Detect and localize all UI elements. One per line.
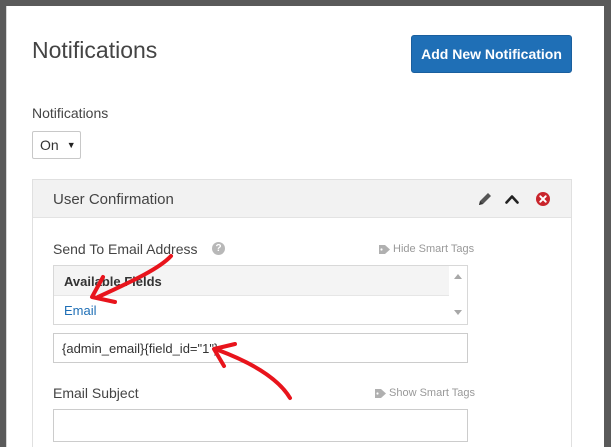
caret-down-icon: ▼: [66, 140, 76, 150]
scroll-down-icon[interactable]: [454, 310, 462, 315]
field-email-link[interactable]: Email: [64, 303, 97, 318]
show-smart-tags-link[interactable]: Show Smart Tags: [375, 387, 475, 399]
notifications-label: Notifications: [32, 105, 109, 121]
tag-icon: [375, 388, 386, 398]
add-new-notification-button[interactable]: Add New Notification: [411, 35, 572, 73]
available-fields-box: Available Fields Email: [53, 265, 468, 325]
panel-title: User Confirmation: [53, 191, 174, 208]
send-to-email-value: {admin_email}{field_id="1"}: [62, 340, 219, 356]
send-to-email-input[interactable]: {admin_email}{field_id="1"}: [53, 333, 468, 363]
pencil-icon[interactable]: [477, 191, 493, 207]
show-smart-tags-label: Show Smart Tags: [389, 387, 476, 399]
available-fields-header: Available Fields: [54, 266, 449, 296]
tag-icon: [379, 244, 390, 254]
notifications-select[interactable]: On ▼: [32, 131, 81, 159]
notifications-select-value: On: [40, 137, 59, 153]
window: Notifications Add New Notification Notif…: [6, 6, 604, 447]
notification-panel: User Confirmation Send To Email Address …: [32, 179, 572, 447]
scrollbar[interactable]: [449, 266, 467, 324]
email-subject-label: Email Subject: [53, 385, 139, 401]
panel-header[interactable]: User Confirmation: [33, 180, 571, 218]
chevron-up-icon[interactable]: [504, 191, 520, 207]
available-fields-title: Available Fields: [64, 274, 162, 289]
email-subject-input[interactable]: [53, 409, 468, 442]
page-title: Notifications: [32, 37, 158, 63]
close-icon[interactable]: [535, 191, 551, 207]
hide-smart-tags-label: Hide Smart Tags: [393, 243, 475, 255]
hide-smart-tags-link[interactable]: Hide Smart Tags: [379, 243, 474, 255]
send-to-label: Send To Email Address: [53, 241, 198, 257]
help-icon[interactable]: ?: [212, 242, 225, 255]
scroll-up-icon[interactable]: [454, 274, 462, 279]
